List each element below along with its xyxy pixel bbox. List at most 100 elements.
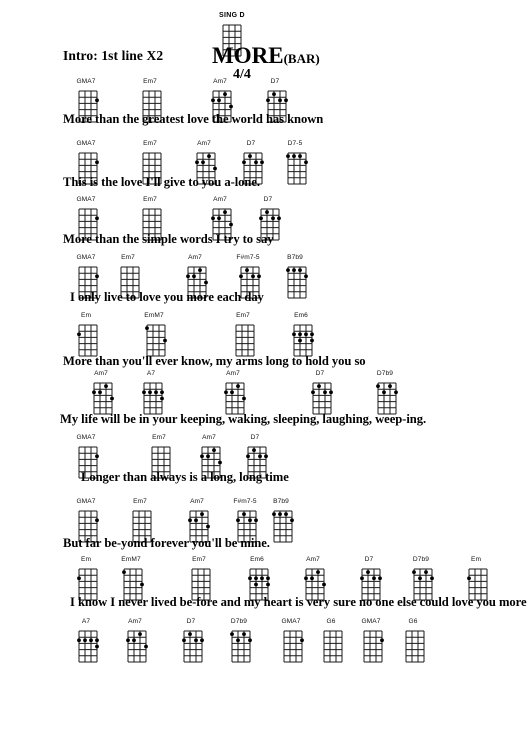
chord-slot: Em6	[234, 556, 280, 601]
chord-slot: D7b9	[216, 618, 262, 663]
chord-name-label: D7	[246, 140, 256, 147]
chord-name-label: D7-5	[287, 140, 303, 147]
chord-name-label: Am7	[213, 78, 227, 85]
chord-diagram	[74, 626, 102, 667]
chord-slot: Em	[453, 556, 499, 601]
chord-diagram	[179, 626, 207, 667]
chord-name-label: GMA7	[76, 498, 96, 505]
chord-slot: Em7	[220, 312, 266, 357]
chord-name-label: Em7	[192, 556, 206, 563]
chord-slot: D7	[168, 618, 214, 663]
chord-name-label: D7	[186, 618, 196, 625]
chord-slot: B7b9	[258, 498, 304, 543]
song-title-suffix: (BAR)	[283, 51, 320, 66]
chord-name-label: F#m7-5	[236, 254, 260, 261]
lyric-line: More than the greatest love the world ha…	[63, 112, 324, 126]
sheet-header: Intro: 1st line X2 SING D MORE(BAR) 4/4	[0, 0, 530, 82]
chord-name-label: GMA7	[76, 196, 96, 203]
chord-name-label: Am7	[197, 140, 211, 147]
chord-slot: Em	[63, 312, 109, 357]
chord-slot: Am7	[174, 498, 220, 543]
chord-name-label: D7	[250, 434, 260, 441]
title-block: SING D MORE(BAR) 4/4	[205, 12, 345, 82]
chord-name-label: Em	[80, 312, 92, 319]
chord-slot: Am7	[210, 370, 256, 415]
page-title: MORE(BAR)	[212, 44, 320, 67]
lyric-line: But far be-yond forever you'll be mine.	[63, 536, 270, 550]
chord-name-label: GMA7	[76, 78, 96, 85]
chord-diagram	[123, 626, 151, 667]
intro-instruction: Intro: 1st line X2	[63, 48, 164, 63]
chord-name-label: Am7	[128, 618, 142, 625]
chord-name-label: GMA7	[76, 254, 96, 261]
chord-name-label: Am7	[188, 254, 202, 261]
chord-slot: GMA7	[63, 498, 109, 543]
chord-name-label: D7	[364, 556, 374, 563]
chord-name-label: Am7	[202, 434, 216, 441]
chord-name-label: D7b9	[412, 556, 430, 563]
chord-slot: EmM7	[131, 312, 177, 357]
chord-slot: A7	[63, 618, 109, 663]
chord-name-label: Em7	[143, 78, 157, 85]
lyric-line: I know I never lived be-fore and my hear…	[70, 595, 527, 609]
chord-slot: Am7	[112, 618, 158, 663]
chord-slot: Em6	[278, 312, 324, 357]
chord-name-label: Am7	[94, 370, 108, 377]
chord-slot: B7b9	[272, 254, 318, 299]
chord-name-label: EmM7	[121, 556, 141, 563]
chord-slot: Em7	[176, 556, 222, 601]
chord-name-label: A7	[81, 618, 91, 625]
chord-name-label: Em	[80, 556, 92, 563]
chord-name-label: Em7	[133, 498, 147, 505]
chord-slot: GMA7	[348, 618, 394, 663]
sing-key-label: SING D	[219, 12, 245, 19]
chord-name-label: B7b9	[273, 498, 289, 505]
lyric-line: My life will be in your keeping, waking,…	[60, 412, 427, 426]
chord-diagram	[401, 626, 429, 667]
chord-name-label: EmM7	[144, 312, 164, 319]
chord-name-label: A7	[146, 370, 156, 377]
chord-name-label: Em7	[152, 434, 166, 441]
chord-name-label: D7	[270, 78, 280, 85]
chord-name-label: GMA7	[76, 434, 96, 441]
chord-slot: A7	[128, 370, 174, 415]
chord-name-label: D7b9	[230, 618, 248, 625]
chord-slot: Em	[63, 556, 109, 601]
chord-name-label: Em7	[121, 254, 135, 261]
chord-slot: Em7	[117, 498, 163, 543]
chord-diagram	[283, 148, 311, 189]
chord-name-label: Em6	[250, 556, 264, 563]
lyric-line: More than the simple words I try to say	[63, 232, 274, 246]
chord-slot: D7b9	[398, 556, 444, 601]
chord-name-label: G6	[408, 618, 418, 625]
chord-name-label: Em7	[143, 196, 157, 203]
chord-diagram	[269, 506, 297, 547]
chord-slot: D7-5	[272, 140, 318, 185]
chord-slot: D7b9	[362, 370, 408, 415]
chord-name-label: Am7	[213, 196, 227, 203]
chord-slot: EmM7	[108, 556, 154, 601]
chord-name-label: B7b9	[287, 254, 303, 261]
chord-name-label: Em7	[236, 312, 250, 319]
chord-diagram	[359, 626, 387, 667]
lyric-line: Longer than always is a long, long time	[81, 470, 289, 484]
lyric-line: This is the love I'll give to you a-lone…	[63, 175, 261, 189]
chord-name-label: Em7	[143, 140, 157, 147]
lyric-line: More than you'll ever know, my arms long…	[63, 354, 366, 368]
chord-name-label: Em	[470, 556, 482, 563]
chord-name-label: GMA7	[76, 140, 96, 147]
song-title-text: MORE	[212, 43, 284, 68]
chord-diagram	[319, 626, 347, 667]
lyric-line: I only live to love you more each day	[70, 290, 264, 304]
chord-name-label: Am7	[306, 556, 320, 563]
chord-name-label: Em6	[294, 312, 308, 319]
chord-slot: D7	[346, 556, 392, 601]
chord-name-label: D7	[315, 370, 325, 377]
chord-slot: Am7	[290, 556, 336, 601]
chord-slot: Am7	[78, 370, 124, 415]
chord-name-label: D7b9	[376, 370, 394, 377]
chord-diagram	[227, 626, 255, 667]
chord-name-label: D7	[263, 196, 273, 203]
chord-name-label: GMA7	[361, 618, 381, 625]
chord-name-label: Am7	[226, 370, 240, 377]
